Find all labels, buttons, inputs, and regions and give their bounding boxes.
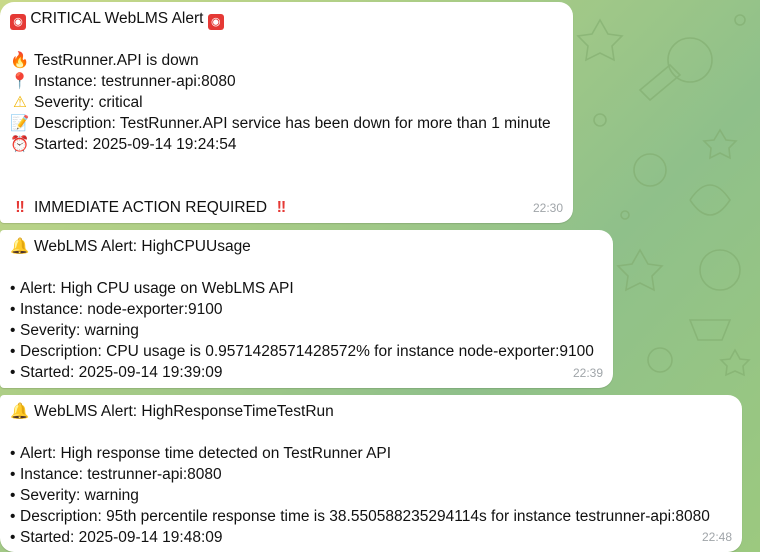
memo-icon: 📝 <box>10 115 30 132</box>
list-item: • Severity: warning <box>10 487 139 504</box>
message-line: ⚠ Severity: critical <box>10 92 561 113</box>
message-timestamp: 22:39 <box>572 366 603 380</box>
list-item: • Description: 95th percentile response t… <box>10 508 710 525</box>
alarm-clock-icon: ⏰ <box>10 136 30 153</box>
list-item: • Instance: testrunner-api:8080 <box>10 466 222 483</box>
message-bubble-cpu[interactable]: 🔔 WebLMS Alert: HighCPUUsage • Alert: High… <box>0 230 613 388</box>
message-timestamp: 22:48 <box>701 530 732 544</box>
double-exclamation-icon: ‼ <box>15 199 25 216</box>
list-item: • Instance: node-exporter:9100 <box>10 301 223 318</box>
message-timestamp: 22:30 <box>532 201 563 215</box>
message-line: ⏰ Started: 2025-09-14 19:24:54 <box>10 136 237 153</box>
message-title: 🔔 WebLMS Alert: HighResponseTimeTestRun <box>10 403 334 420</box>
message-bubble-response-time[interactable]: 🔔 WebLMS Alert: HighResponseTimeTestRun •… <box>0 395 742 552</box>
bell-icon: 🔔 <box>10 403 30 420</box>
list-item: • Started: 2025-09-14 19:39:09 <box>10 364 223 381</box>
list-item: • Alert: High response time detected on T… <box>10 445 392 462</box>
message-line: 🔥 TestRunner.API is down <box>10 52 199 69</box>
list-item: • Description: CPU usage is 0.95714285714… <box>10 343 594 360</box>
pin-icon: 📍 <box>10 73 30 90</box>
double-exclamation-icon: ‼ <box>276 199 287 216</box>
message-bubble-critical[interactable]: ◉ CRITICAL WebLMS Alert ◉ 🔥 TestRunner.AP… <box>0 2 573 223</box>
list-item: • Started: 2025-09-14 19:48:09 <box>10 529 223 546</box>
siren-icon: ◉ <box>207 14 224 30</box>
warning-icon: ⚠ <box>13 94 27 111</box>
list-item: • Alert: High CPU usage on WebLMS API <box>10 280 294 297</box>
message-title: 🔔 WebLMS Alert: HighCPUUsage <box>10 238 251 255</box>
bell-icon: 🔔 <box>10 238 30 255</box>
siren-icon: ◉ <box>10 14 26 30</box>
fire-icon: 🔥 <box>10 52 30 69</box>
message-title: ◉ CRITICAL WebLMS Alert ◉ <box>10 8 561 30</box>
message-footer: ‼ IMMEDIATE ACTION REQUIRED ‼ <box>10 197 561 218</box>
message-line: 📍 Instance: testrunner-api:8080 <box>10 73 236 90</box>
list-item: • Severity: warning <box>10 322 139 339</box>
message-line: 📝 Description: TestRunner.API service has… <box>10 115 551 132</box>
